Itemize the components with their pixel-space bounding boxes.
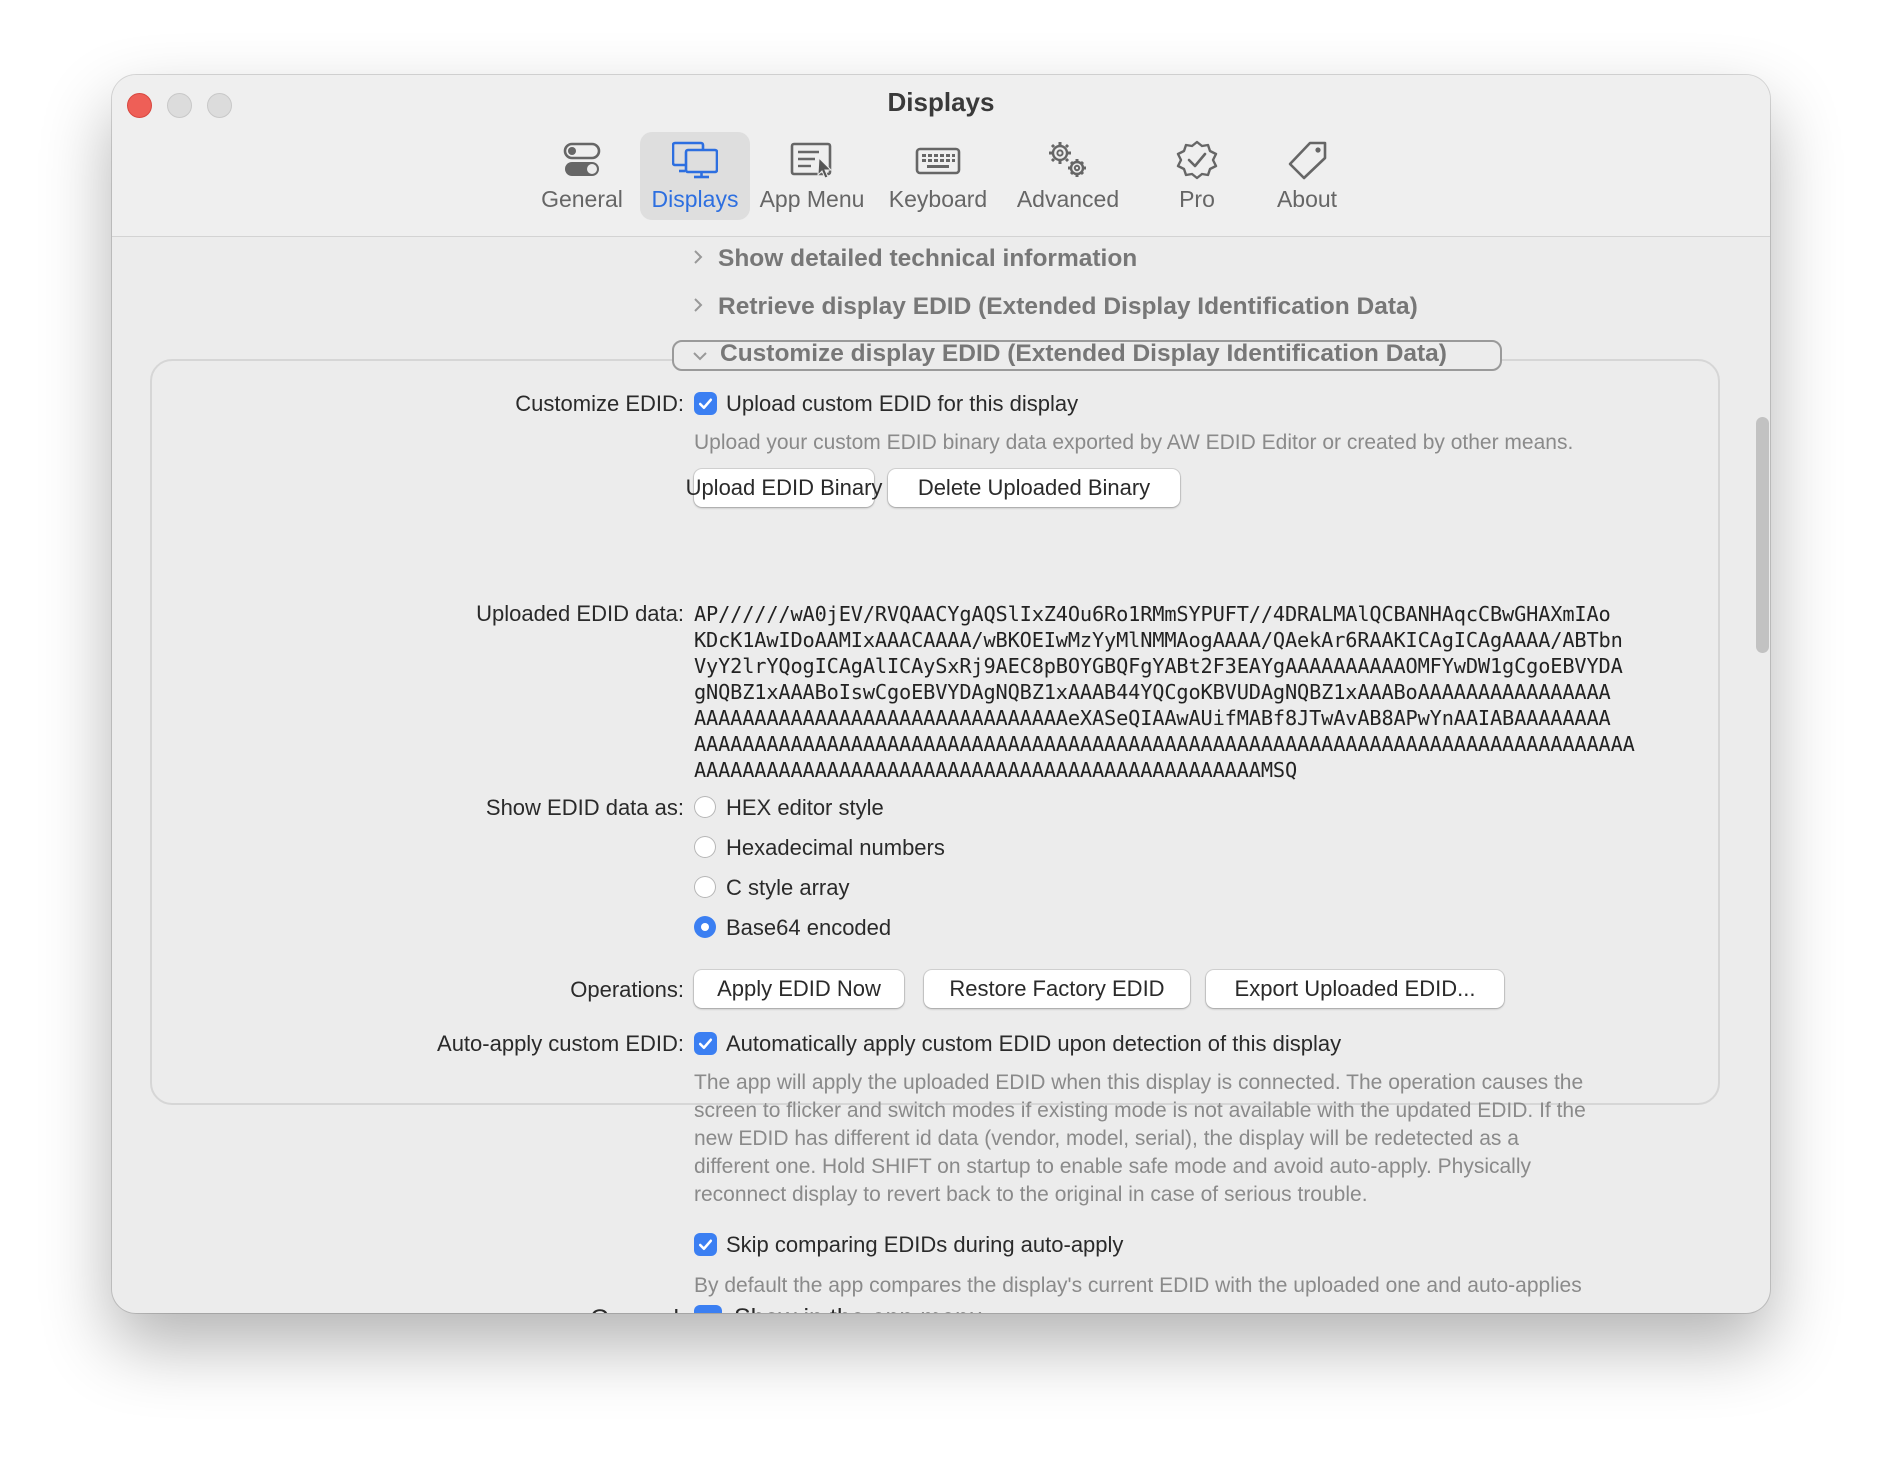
auto-apply-checkbox[interactable] <box>694 1032 717 1055</box>
keyboard-icon <box>915 147 961 175</box>
note-line: The app will apply the uploaded EDID whe… <box>694 1071 1584 1094</box>
chevron-right-icon <box>694 298 703 312</box>
operations-label: Operations: <box>570 977 684 1002</box>
note-line: different one. Hold SHIFT on startup to … <box>694 1155 1531 1178</box>
gears-icon <box>1049 142 1086 177</box>
tab-advanced[interactable]: Advanced <box>1008 132 1128 220</box>
preferences-window: Displays General Displays App Menu Keybo… <box>112 75 1770 1313</box>
tab-general[interactable]: General <box>530 132 634 220</box>
radio-label[interactable]: HEX editor style <box>726 795 884 821</box>
window-title: Displays <box>887 87 995 117</box>
tab-label: About <box>1276 186 1338 212</box>
chevron-right-icon <box>694 250 703 264</box>
disclosure-retrieve-edid[interactable]: Retrieve display EDID (Extended Display … <box>690 293 1418 321</box>
note-line: new EDID has different id data (vendor, … <box>694 1127 1519 1150</box>
general-label: General: <box>590 1305 686 1313</box>
radio-base64[interactable] <box>694 916 716 938</box>
radio-label[interactable]: Base64 encoded <box>726 915 891 941</box>
checkmark-icon <box>698 1239 713 1251</box>
auto-apply-label: Auto-apply custom EDID: <box>437 1031 684 1056</box>
disclosure-label: Retrieve display EDID (Extended Display … <box>718 293 1418 320</box>
checkmark-icon <box>698 398 713 410</box>
edid-line: AAAAAAAAAAAAAAAAAAAAAAAAAAAAAAAAAAAAAAAA… <box>694 732 1635 756</box>
chevron-down-icon <box>693 352 707 361</box>
toggles-icon <box>563 142 601 176</box>
tab-label: Displays <box>651 186 739 212</box>
displays-icon <box>672 141 718 179</box>
show-in-app-menu-text[interactable]: Show in the app menu <box>734 1304 983 1313</box>
toolbar: Displays General Displays App Menu Keybo… <box>112 75 1770 237</box>
tag-icon <box>1288 141 1327 180</box>
tab-about[interactable]: About <box>1262 132 1352 220</box>
tab-label: Keyboard <box>888 186 988 212</box>
upload-custom-edid-checkbox[interactable] <box>694 392 717 415</box>
vertical-scrollbar[interactable] <box>1756 417 1769 653</box>
skip-comparing-checkbox[interactable] <box>694 1233 717 1256</box>
radio-label[interactable]: C style array <box>726 875 849 901</box>
checkmark-icon <box>698 1038 713 1050</box>
skip-comparing-text[interactable]: Skip comparing EDIDs during auto-apply <box>726 1232 1123 1258</box>
disclosure-label: Customize display EDID (Extended Display… <box>720 340 1447 367</box>
tab-label: App Menu <box>759 186 865 212</box>
radio-hex-editor[interactable] <box>694 796 716 818</box>
tab-pro[interactable]: Pro <box>1152 132 1242 220</box>
edid-line: VyY2lrYQogICAgAlICAySxRj9AEC8pBOYGBQFgYA… <box>694 654 1623 678</box>
restore-factory-edid-button[interactable]: Restore Factory EDID <box>924 970 1190 1008</box>
tab-app-menu[interactable]: App Menu <box>756 132 868 220</box>
edid-line: gNQBZ1xAAABoIswCgoEBVYDAgNQBZ1xAAAB44YQC… <box>694 680 1611 704</box>
displays-pane: Show detailed technical information Retr… <box>112 237 1770 1313</box>
radio-hexadecimal[interactable] <box>694 836 716 858</box>
checkmark-seal-icon <box>1176 140 1218 180</box>
checkmark-icon <box>698 1309 718 1313</box>
radio-c-array[interactable] <box>694 876 716 898</box>
note-line: reconnect display to revert back to the … <box>694 1183 1368 1206</box>
tab-displays[interactable]: Displays <box>640 132 750 220</box>
edid-line: AAAAAAAAAAAAAAAAAAAAAAAAAAAAAAAAAAAAAAAA… <box>694 758 1298 782</box>
uploaded-edid-data: AP//////wA0jEV/RVQAACYgAQSlIxZ4Ou6Ro1RMm… <box>694 601 1724 783</box>
radio-label[interactable]: Hexadecimal numbers <box>726 835 945 861</box>
note-line: screen to flicker and switch modes if ex… <box>694 1099 1586 1122</box>
show-edid-as-label: Show EDID data as: <box>485 795 684 820</box>
skip-comparing-note: By default the app compares the display'… <box>694 1274 1582 1297</box>
tab-label: Pro <box>1179 186 1215 212</box>
auto-apply-text[interactable]: Automatically apply custom EDID upon det… <box>726 1031 1341 1057</box>
show-in-app-menu-checkbox[interactable] <box>694 1305 722 1313</box>
uploaded-edid-label: Uploaded EDID data: <box>476 601 684 626</box>
delete-uploaded-binary-button[interactable]: Delete Uploaded Binary <box>888 469 1180 507</box>
app-menu-icon <box>790 142 833 179</box>
disclosure-label: Show detailed technical information <box>718 245 1138 272</box>
export-uploaded-edid-button[interactable]: Export Uploaded EDID... <box>1206 970 1504 1008</box>
disclosure-customize-edid[interactable]: Customize display EDID (Extended Display… <box>672 340 1502 371</box>
disclosure-technical-info[interactable]: Show detailed technical information <box>690 245 1137 273</box>
edid-line: AAAAAAAAAAAAAAAAAAAAAAAAAAAAAAAeXASeQIAA… <box>694 706 1611 730</box>
edid-line: AP//////wA0jEV/RVQAACYgAQSlIxZ4Ou6Ro1RMm… <box>694 602 1611 626</box>
auto-apply-note: The app will apply the uploaded EDID whe… <box>694 1069 1586 1209</box>
edid-line: KDcK1AwIDoAAMIxAAACAAAA/wBKOEIwMzYyMlNMM… <box>694 628 1623 652</box>
upload-custom-edid-text[interactable]: Upload custom EDID for this display <box>726 391 1078 417</box>
tab-label: General <box>541 186 623 212</box>
upload-hint: Upload your custom EDID binary data expo… <box>694 431 1574 454</box>
customize-edid-label: Customize EDID: <box>515 391 684 416</box>
apply-edid-now-button[interactable]: Apply EDID Now <box>694 970 904 1008</box>
tab-keyboard[interactable]: Keyboard <box>880 132 996 220</box>
tab-label: Advanced <box>1016 186 1120 212</box>
upload-edid-binary-button[interactable]: Upload EDID Binary <box>686 469 882 507</box>
